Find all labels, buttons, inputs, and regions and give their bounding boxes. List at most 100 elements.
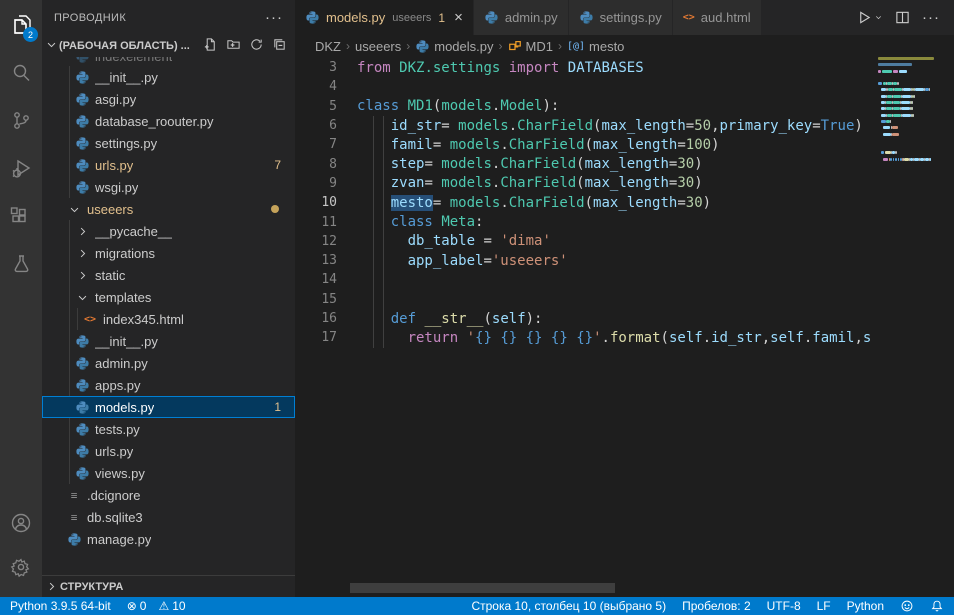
tree-item-label: urls.py bbox=[95, 158, 133, 173]
minimap[interactable] bbox=[878, 57, 940, 597]
line-number: 10 bbox=[295, 195, 357, 210]
tab-admin-py[interactable]: admin.py bbox=[474, 0, 569, 35]
breadcrumb-item-models-py[interactable]: models.py bbox=[415, 39, 493, 54]
tree-item-useeers[interactable]: useeers bbox=[42, 198, 295, 220]
tree-item-label: models.py bbox=[95, 400, 154, 415]
line-number: 13 bbox=[295, 253, 357, 268]
line-number: 12 bbox=[295, 234, 357, 249]
tree-item-migrations[interactable]: migrations bbox=[42, 242, 295, 264]
code-editor[interactable]: 3from DKZ.settings import DATABASES45cla… bbox=[295, 57, 954, 597]
tree-item-settings-py[interactable]: settings.py bbox=[42, 132, 295, 154]
python-file-icon bbox=[74, 399, 90, 415]
tree-item--init-py[interactable]: __init__.py bbox=[42, 66, 295, 88]
status-notifications[interactable] bbox=[930, 599, 944, 613]
new-file-icon[interactable] bbox=[203, 37, 218, 55]
more-actions-icon[interactable]: ··· bbox=[922, 9, 940, 26]
code-line-6[interactable]: 6 id_str= models.CharField(max_length=50… bbox=[295, 116, 954, 135]
tree-item-label: tests.py bbox=[95, 422, 140, 437]
outline-section-header[interactable]: СТРУКТУРА bbox=[42, 575, 295, 597]
file-icon: ≡ bbox=[66, 509, 82, 525]
source-control-icon[interactable] bbox=[0, 99, 42, 141]
collapse-folders-icon[interactable] bbox=[272, 37, 287, 55]
tree-item--pycache-[interactable]: __pycache__ bbox=[42, 220, 295, 242]
line-number: 9 bbox=[295, 176, 357, 191]
status-encoding[interactable]: UTF-8 bbox=[767, 599, 801, 613]
breadcrumb-label: mesto bbox=[589, 39, 624, 54]
extensions-icon[interactable] bbox=[0, 195, 42, 237]
status-problems[interactable]: ⊗0⚠10 bbox=[127, 599, 186, 613]
tree-item-views-py[interactable]: views.py bbox=[42, 462, 295, 484]
new-folder-icon[interactable] bbox=[226, 37, 241, 55]
account-icon[interactable] bbox=[0, 502, 42, 544]
line-number: 5 bbox=[295, 99, 357, 114]
code-line-16[interactable]: 16 def __str__(self): bbox=[295, 309, 954, 328]
tree-item-index345-html[interactable]: <>index345.html bbox=[42, 308, 295, 330]
workspace-section-header[interactable]: (РАБОЧАЯ ОБЛАСТЬ) ... bbox=[42, 35, 295, 57]
tree-item-tests-py[interactable]: tests.py bbox=[42, 418, 295, 440]
settings-gear-icon[interactable] bbox=[0, 546, 42, 588]
breadcrumb-item-useeers[interactable]: useeers bbox=[355, 39, 401, 54]
code-line-17[interactable]: 17 return '{} {} {} {} {}'.format(self.i… bbox=[295, 328, 954, 347]
code-text: from DKZ.settings import DATABASES bbox=[357, 60, 644, 76]
tab-aud-html[interactable]: <>aud.html bbox=[673, 0, 762, 35]
code-line-12[interactable]: 12 db_table = 'dima' bbox=[295, 232, 954, 251]
tree-item-wsgi-py[interactable]: wsgi.py bbox=[42, 176, 295, 198]
testing-icon[interactable] bbox=[0, 243, 42, 285]
tree-item-admin-py[interactable]: admin.py bbox=[42, 352, 295, 374]
line-number: 8 bbox=[295, 157, 357, 172]
refresh-icon[interactable] bbox=[249, 37, 264, 55]
search-icon[interactable] bbox=[0, 51, 42, 93]
breadcrumb-item-mesto[interactable]: [@]mesto bbox=[567, 39, 624, 54]
code-line-14[interactable]: 14 bbox=[295, 270, 954, 289]
tree-item-urls-py[interactable]: urls.py7 bbox=[42, 154, 295, 176]
tree-item--dcignore[interactable]: ≡ .dcignore bbox=[42, 484, 295, 506]
python-file-icon bbox=[74, 333, 90, 349]
explorer-icon[interactable]: 2 bbox=[0, 3, 42, 45]
status-indentation[interactable]: Пробелов: 2 bbox=[682, 599, 751, 613]
line-number: 11 bbox=[295, 215, 357, 230]
code-text: def __str__(self): bbox=[357, 311, 542, 327]
tree-item-label: __init__.py bbox=[95, 334, 158, 349]
split-editor-icon[interactable] bbox=[895, 10, 910, 25]
tree-item--init-py[interactable]: __init__.py bbox=[42, 330, 295, 352]
tab-settings-py[interactable]: settings.py bbox=[569, 0, 673, 35]
code-line-3[interactable]: 3from DKZ.settings import DATABASES bbox=[295, 58, 954, 77]
status-language-mode[interactable]: Python bbox=[847, 599, 884, 613]
code-line-9[interactable]: 9 zvan= models.CharField(max_length=30) bbox=[295, 174, 954, 193]
run-and-debug-icon[interactable] bbox=[0, 147, 42, 189]
status-feedback[interactable] bbox=[900, 599, 914, 613]
horizontal-scrollbar[interactable] bbox=[350, 583, 615, 593]
tab-models-py[interactable]: models.pyuseeers1× bbox=[295, 0, 474, 35]
code-line-7[interactable]: 7 famil= models.CharField(max_length=100… bbox=[295, 135, 954, 154]
tree-item-label: database_roouter.py bbox=[95, 114, 214, 129]
tree-item-models-py[interactable]: models.py1 bbox=[42, 396, 295, 418]
tree-item-label: .dcignore bbox=[87, 488, 140, 503]
tree-item-apps-py[interactable]: apps.py bbox=[42, 374, 295, 396]
code-line-11[interactable]: 11 class Meta: bbox=[295, 212, 954, 231]
tree-item-database-roouter-py[interactable]: database_roouter.py bbox=[42, 110, 295, 132]
code-line-13[interactable]: 13 app_label='useeers' bbox=[295, 251, 954, 270]
explorer-more-icon[interactable]: ··· bbox=[265, 9, 283, 26]
status-python-interpreter[interactable]: Python 3.9.5 64-bit bbox=[10, 599, 111, 613]
tree-item-db-sqlite3[interactable]: ≡db.sqlite3 bbox=[42, 506, 295, 528]
file-icon: ≡ bbox=[66, 487, 82, 503]
tree-item-asgi-py[interactable]: asgi.py bbox=[42, 88, 295, 110]
breadcrumb-item-MD1[interactable]: MD1 bbox=[508, 39, 553, 54]
status-eol[interactable]: LF bbox=[817, 599, 831, 613]
close-icon[interactable]: × bbox=[454, 10, 463, 25]
code-line-8[interactable]: 8 step= models.CharField(max_length=30) bbox=[295, 154, 954, 173]
tree-item-urls-py[interactable]: urls.py bbox=[42, 440, 295, 462]
code-line-15[interactable]: 15 bbox=[295, 290, 954, 309]
code-line-10[interactable]: 10 mesto= models.CharField(max_length=30… bbox=[295, 193, 954, 212]
breadcrumb-item-DKZ[interactable]: DKZ bbox=[315, 39, 341, 54]
tree-item-templates[interactable]: templates bbox=[42, 286, 295, 308]
chevron-right-icon bbox=[46, 581, 57, 592]
tree-item-manage-py[interactable]: manage.py bbox=[42, 528, 295, 550]
status-cursor-position[interactable]: Строка 10, столбец 10 (выбрано 5) bbox=[471, 599, 666, 613]
code-line-4[interactable]: 4 bbox=[295, 77, 954, 96]
python-file-icon bbox=[74, 113, 90, 129]
code-line-5[interactable]: 5class MD1(models.Model): bbox=[295, 97, 954, 116]
tree-item-static[interactable]: static bbox=[42, 264, 295, 286]
code-text: db_table = 'dima' bbox=[357, 233, 551, 249]
run-icon[interactable] bbox=[857, 10, 883, 25]
